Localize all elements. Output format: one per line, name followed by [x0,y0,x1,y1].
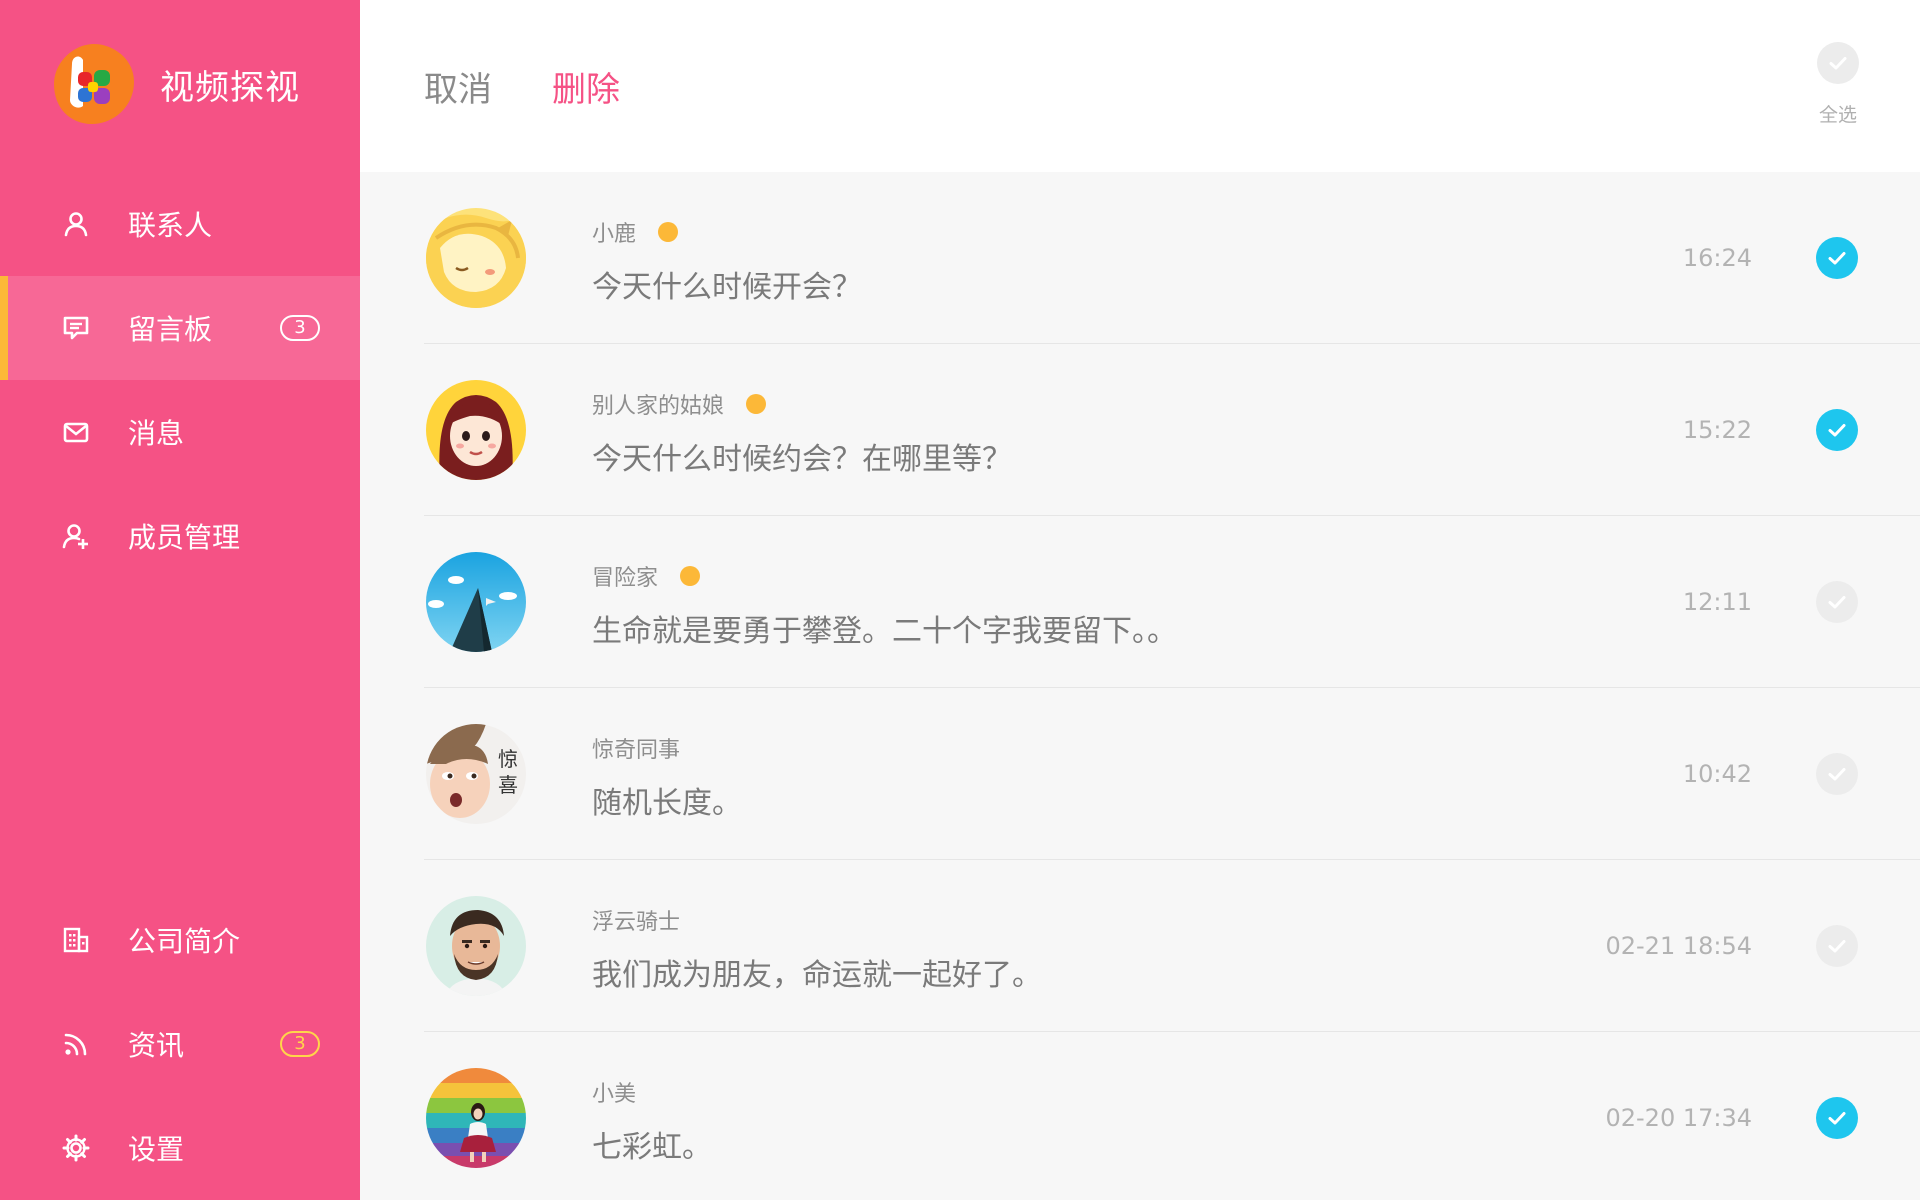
message-list: 小鹿 今天什么时候开会？ 16:24 别人家的姑娘 今天什么时候约会？在哪里等？… [360,172,1920,1200]
sidebar-item-label: 联系人 [128,209,213,242]
app-title: 视频探视 [160,67,300,108]
rss-icon [62,1030,90,1058]
sidebar-item-settings[interactable]: 设置 [0,1096,360,1200]
list-item[interactable]: 冒险家 生命就是要勇于攀登。二十个字我要留下。。 12:11 [360,516,1920,688]
cartoon-girl-avatar [426,380,526,480]
message-time: 02-21 18:54 [1605,932,1752,960]
unread-dot [658,222,679,242]
sidebar-item-member-management[interactable]: 成员管理 [0,484,360,588]
message-text: 七彩虹。 [592,1130,712,1165]
svg-text:惊: 惊 [498,747,518,771]
sidebar-item-contacts[interactable]: 联系人 [0,172,360,276]
message-time: 10:42 [1682,760,1752,788]
list-item[interactable]: 浮云骑士 我们成为朋友，命运就一起好了。 02-21 18:54 [360,860,1920,1032]
sidebar-item-label: 成员管理 [128,521,241,554]
toolbar: 取消 删除 全选 [360,0,1920,172]
sender-name: 小美 [592,1082,637,1107]
unread-dot [680,566,701,586]
message-text: 我们成为朋友，命运就一起好了。 [592,958,1042,993]
app-logo [50,40,138,128]
message-board-icon [62,314,90,342]
sidebar-item-label: 公司简介 [128,925,241,958]
sidebar-item-label: 留言板 [128,313,213,346]
message-text: 生命就是要勇于攀登。二十个字我要留下。。 [592,614,1177,649]
sidebar-nav-bottom: 公司简介 资讯 3 设置 [0,888,360,1200]
check-circle-icon[interactable] [1816,925,1858,967]
sender-name: 浮云骑士 [592,910,681,935]
bearded-man-avatar [426,896,526,996]
list-item[interactable]: 惊 喜 惊奇同事 随机长度。 10:42 [360,688,1920,860]
svg-text:喜: 喜 [498,773,518,797]
count-badge: 3 [280,315,320,341]
sidebar-item-news[interactable]: 资讯 3 [0,992,360,1096]
cancel-button[interactable]: 取消 [424,62,492,111]
message-time: 16:24 [1682,244,1752,272]
building-icon [62,926,90,954]
message-time: 12:11 [1682,588,1752,616]
sidebar-item-label: 消息 [128,417,185,450]
unread-dot [746,394,767,414]
count-badge: 3 [280,1031,320,1057]
check-circle-icon[interactable] [1816,409,1858,451]
check-circle-icon[interactable] [1816,237,1858,279]
rainbow-girl-avatar [426,1068,526,1168]
check-circle-icon[interactable] [1816,581,1858,623]
message-time: 15:22 [1682,416,1752,444]
user-add-icon [62,522,90,550]
sidebar: 视频探视 联系人 留言板 3 消息 成员管理 公司简介 资讯 3 设置 [0,0,360,1200]
delete-button[interactable]: 删除 [552,62,620,111]
sidebar-item-company-profile[interactable]: 公司简介 [0,888,360,992]
check-circle-icon[interactable] [1816,1097,1858,1139]
sender-name: 别人家的姑娘 [592,394,725,419]
sidebar-item-messages[interactable]: 消息 [0,380,360,484]
sidebar-item-label: 资讯 [128,1029,185,1062]
message-text: 今天什么时候约会？在哪里等？ [592,442,1012,477]
select-all-label: 全选 [1818,104,1857,126]
cartoon-fox-avatar [426,208,526,308]
sidebar-nav: 联系人 留言板 3 消息 成员管理 [0,172,360,588]
message-text: 随机长度。 [592,786,742,821]
check-circle-icon [1817,42,1859,84]
brand: 视频探视 [50,40,300,128]
list-item[interactable]: 小鹿 今天什么时候开会？ 16:24 [360,172,1920,344]
gear-icon [62,1134,90,1162]
sender-name: 冒险家 [592,566,659,591]
surprised-boy-avatar: 惊 喜 [426,724,526,824]
mail-icon [62,418,90,446]
sidebar-item-label: 设置 [128,1133,185,1166]
sender-name: 小鹿 [592,222,637,247]
message-time: 02-20 17:34 [1605,1104,1752,1132]
sender-name: 惊奇同事 [592,738,681,763]
message-text: 今天什么时候开会？ [592,270,862,305]
mountain-avatar [426,552,526,652]
check-circle-icon[interactable] [1816,753,1858,795]
list-item[interactable]: 别人家的姑娘 今天什么时候约会？在哪里等？ 15:22 [360,344,1920,516]
user-icon [62,210,90,238]
select-all-toggle[interactable]: 全选 [1816,42,1860,127]
sidebar-item-message-board[interactable]: 留言板 3 [0,276,360,380]
list-item[interactable]: 小美 七彩虹。 02-20 17:34 [360,1032,1920,1200]
